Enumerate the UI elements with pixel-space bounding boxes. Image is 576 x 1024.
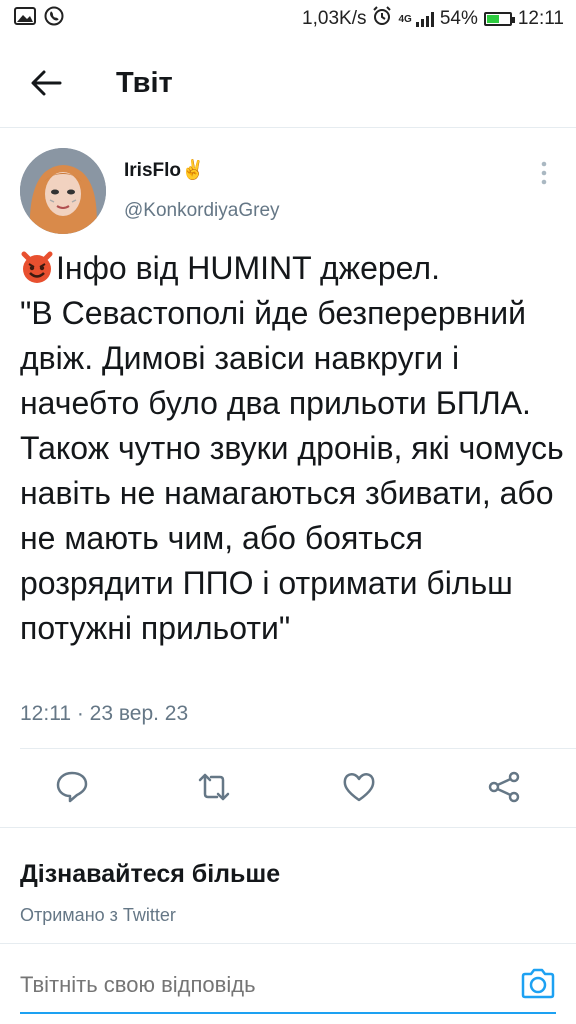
- reply-input[interactable]: [20, 965, 500, 1005]
- clock: 12:11: [517, 8, 564, 29]
- victory-hand-emoji: ✌: [181, 160, 205, 181]
- like-icon[interactable]: [342, 770, 376, 804]
- alarm-icon: [372, 6, 392, 32]
- display-name: IrisFlo: [124, 160, 182, 181]
- battery-icon: [483, 12, 515, 26]
- page-title: Твіт: [116, 67, 173, 99]
- battery-percent: 54%: [439, 8, 478, 29]
- image-icon: [14, 7, 36, 31]
- viber-icon: [44, 6, 64, 32]
- back-arrow-icon[interactable]: [30, 69, 62, 97]
- tweet-body: Інфо від HUMINT джерел. "В Севастополі й…: [20, 250, 564, 646]
- source-label: Отримано з Twitter: [20, 905, 176, 925]
- smiling-devil-emoji: [20, 250, 54, 284]
- retweet-icon[interactable]: [197, 770, 231, 804]
- share-icon[interactable]: [487, 770, 521, 804]
- top-app-bar: Твіт: [0, 38, 576, 128]
- divider: [0, 827, 576, 828]
- reply-icon[interactable]: [55, 770, 89, 804]
- network-type: 4G: [398, 13, 412, 25]
- reply-underline: [20, 1012, 556, 1014]
- signal-icon: [415, 11, 434, 27]
- tweet-text: Інфо від HUMINT джерел. "В Севастополі й…: [20, 246, 565, 651]
- avatar[interactable]: [20, 148, 106, 234]
- camera-icon[interactable]: [519, 965, 557, 1003]
- author-handle[interactable]: @KonkordiyaGrey: [124, 200, 280, 222]
- divider: [0, 943, 576, 944]
- author-name[interactable]: IrisFlo✌: [124, 158, 205, 182]
- tweet-timestamp: 12:11 · 23 вер. 23: [20, 702, 189, 725]
- learn-more-title[interactable]: Дізнавайтеся більше: [20, 860, 280, 889]
- more-options-icon[interactable]: [534, 160, 554, 186]
- network-speed: 1,03K/s: [302, 8, 367, 29]
- status-bar: 1,03K/s 4G 54% 12:11: [0, 0, 576, 38]
- divider: [20, 748, 576, 749]
